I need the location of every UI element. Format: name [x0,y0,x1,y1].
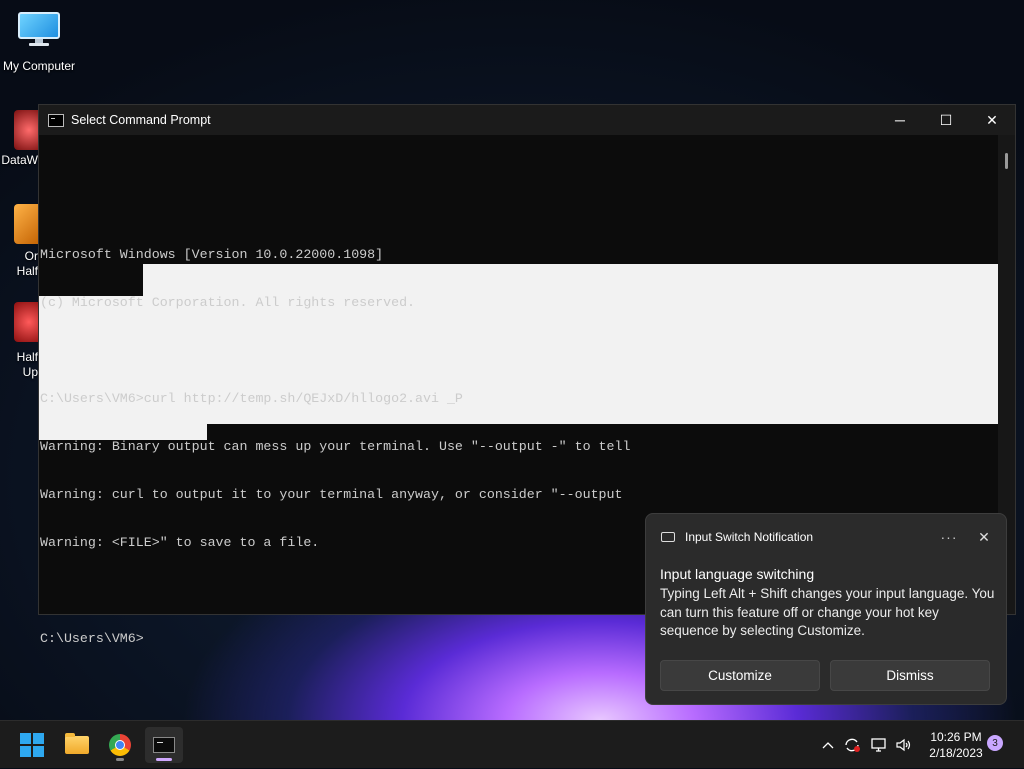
command-prompt-taskbar-button[interactable] [145,727,183,763]
title-bar[interactable]: Select Command Prompt ─ ☐ ✕ [39,105,1015,135]
volume-control[interactable] [894,721,914,769]
taskbar: 10:26 PM 2/18/2023 [0,720,1024,768]
notification-app-name: Input Switch Notification [685,530,814,544]
terminal-icon [153,737,175,753]
console-line: (c) Microsoft Corporation. All rights re… [40,295,416,310]
scroll-thumb[interactable] [1005,153,1008,169]
minimize-button[interactable]: ─ [877,105,923,135]
active-indicator [156,758,172,761]
clock[interactable]: 10:26 PM 2/18/2023 [918,729,994,761]
notification-body: Typing Left Alt + Shift changes your inp… [660,586,995,638]
speaker-icon [896,738,911,752]
desktop-icon-half-life-uplink[interactable]: Half Up [0,302,44,380]
console-icon [48,113,64,127]
chevron-up-icon [822,742,834,749]
start-button[interactable] [13,727,51,763]
close-notification-icon[interactable]: ✕ [974,529,994,546]
input-switch-notification[interactable]: Input Switch Notification ··· ✕ Input la… [645,513,1007,705]
notification-count-badge[interactable]: 3 [987,735,1003,751]
monitor-icon [18,12,60,46]
sync-error-icon [845,738,860,752]
desktop-icon-dataw[interactable]: DataW [0,110,44,167]
chrome-icon [109,734,131,756]
customize-button[interactable]: Customize [660,660,820,691]
notification-title: Input language switching [660,566,815,582]
windows-logo-icon [20,733,44,757]
opposing-force-label: Or Half [16,249,38,278]
maximize-button[interactable]: ☐ [923,105,969,135]
clock-time: 10:26 PM [930,730,982,744]
console-line: Microsoft Windows [Version 10.0.22000.10… [40,247,384,262]
folder-icon [65,733,89,754]
clock-date: 2/18/2023 [929,746,983,760]
network-icon [871,738,886,752]
network-status[interactable] [869,721,889,769]
console-line: C:\Users\VM6>curl http://temp.sh/QEJxD/h… [40,391,463,406]
half-life-uplink-label: Half Up [16,350,38,379]
my-computer-label: My Computer [2,59,76,73]
file-explorer-button[interactable] [58,727,96,763]
desktop-icon-opposing-force[interactable]: Or Half [0,204,44,279]
show-hidden-icons-button[interactable] [818,721,838,769]
dataw-label: DataW [1,153,38,167]
keyboard-icon [661,532,675,542]
my-computer-desktop-icon[interactable]: My Computer [0,12,79,73]
dismiss-button[interactable]: Dismiss [830,660,990,691]
running-indicator [116,758,124,761]
sync-status[interactable] [842,721,862,769]
window-title: Select Command Prompt [71,113,211,127]
console-line: Warning: curl to output it to your termi… [40,487,623,502]
chrome-button[interactable] [101,727,139,763]
more-options-icon[interactable]: ··· [934,529,964,545]
close-button[interactable]: ✕ [969,105,1015,135]
console-line: Warning: Binary output can mess up your … [40,439,631,454]
